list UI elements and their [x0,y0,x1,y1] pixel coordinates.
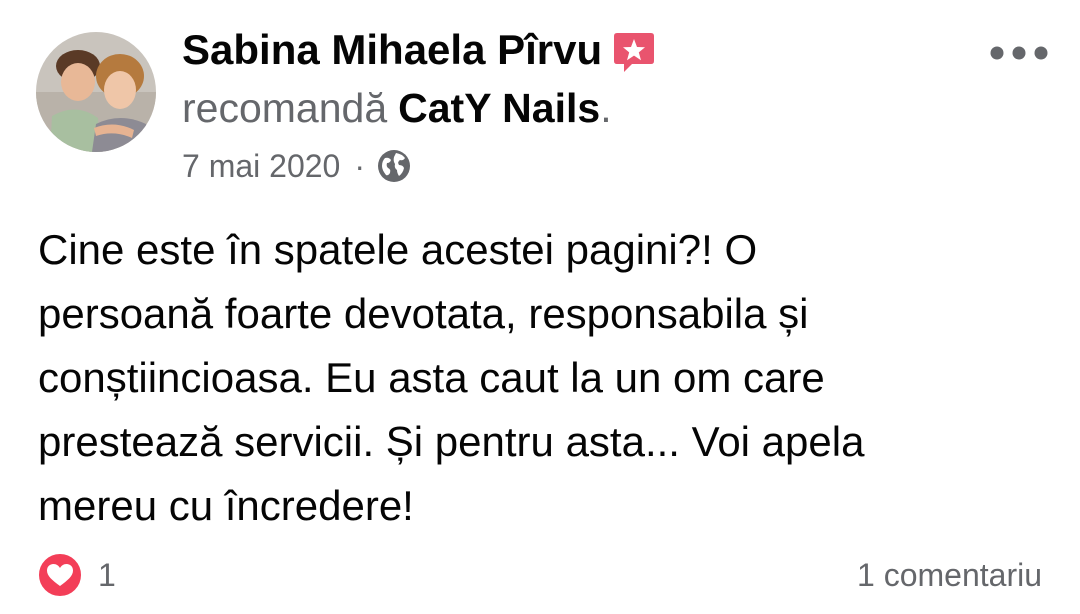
globe-icon [377,149,411,183]
post-text-line: persoană foarte devotata, responsabila ș… [38,290,809,337]
heart-icon [36,551,84,599]
recommendation-line: recomandă CatY Nails . [182,80,612,136]
recommendation-period: . [600,84,612,131]
more-options-button[interactable] [986,30,1052,76]
reaction-count: 1 [98,556,116,593]
post-text-line: mereu cu încredere! [38,482,414,529]
post-text: Cine este în spatele acestei pagini?! O … [38,218,1048,538]
recommendation-verb: recomandă [182,84,388,131]
post-text-line: prestează servicii. Și pentru asta... Vo… [38,418,865,465]
post-date[interactable]: 7 mai 2020 [182,148,340,185]
ellipsis-icon [990,46,1048,60]
post-meta: 7 mai 2020 · [182,142,411,190]
author-name[interactable]: Sabina Mihaela Pîrvu [182,26,602,74]
comments-count-link[interactable]: 1 comentariu [857,550,1042,600]
recommended-page-link[interactable]: CatY Nails [398,85,600,132]
recommendation-post: Sabina Mihaela Pîrvu recomandă CatY Nail… [0,0,1080,614]
post-text-line: conștiincioasa. Eu asta caut la un om ca… [38,354,825,401]
avatar[interactable] [36,32,156,152]
recommendation-star-icon [612,30,656,74]
reactions-summary[interactable]: 1 [36,550,116,600]
post-text-line: Cine este în spatele acestei pagini?! O [38,226,758,273]
author-line: Sabina Mihaela Pîrvu [182,22,656,78]
meta-separator: · [354,147,365,184]
avatar-photo [36,32,156,152]
